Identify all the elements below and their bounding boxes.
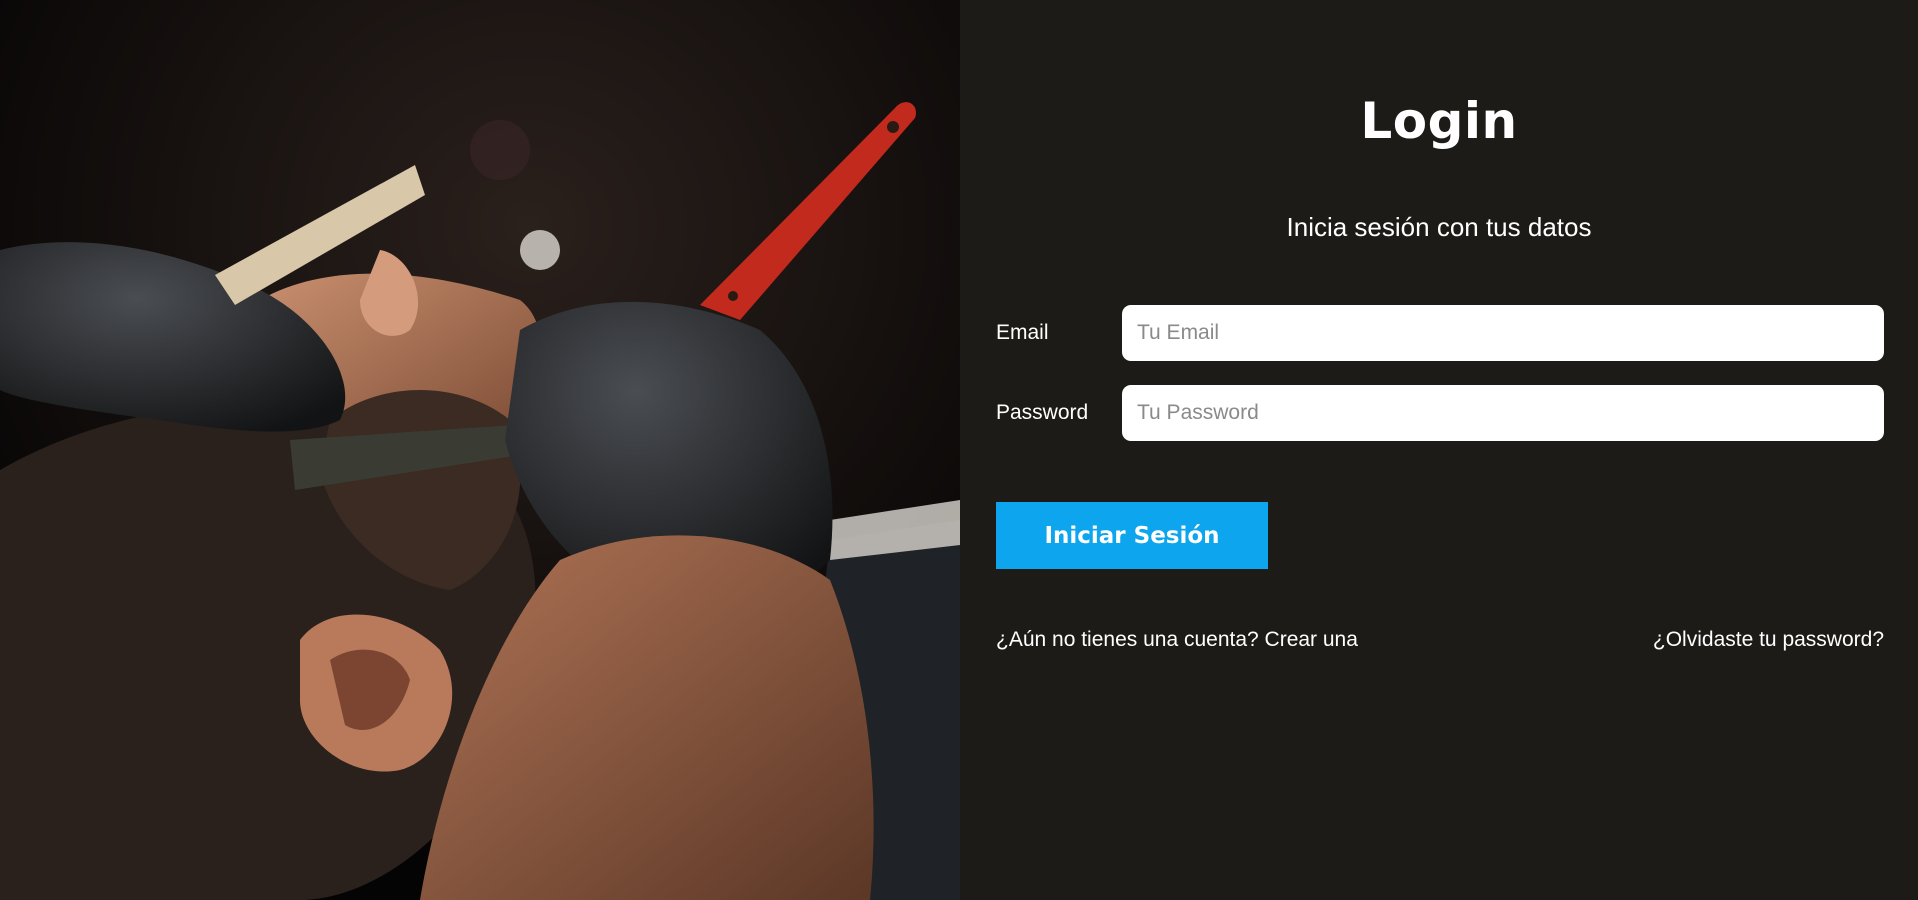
login-title: Login	[1360, 92, 1518, 150]
forgot-password-link[interactable]: ¿Olvidaste tu password?	[1653, 628, 1884, 652]
login-panel: Login Inicia sesión con tus datos Email …	[960, 0, 1918, 900]
login-subtitle: Inicia sesión con tus datos	[1286, 212, 1592, 242]
email-field[interactable]	[1122, 305, 1884, 361]
barber-shave-photo	[0, 0, 960, 900]
auth-links: ¿Aún no tienes una cuenta? Crear una ¿Ol…	[996, 628, 1884, 652]
login-submit-button[interactable]: Iniciar Sesión	[996, 502, 1268, 569]
password-label: Password	[996, 401, 1089, 424]
password-row: Password	[996, 385, 1884, 441]
password-field[interactable]	[1122, 385, 1884, 441]
email-row: Email	[996, 305, 1884, 361]
hero-image	[0, 0, 960, 900]
create-account-link[interactable]: ¿Aún no tienes una cuenta? Crear una	[996, 628, 1358, 652]
email-label: Email	[996, 321, 1049, 344]
